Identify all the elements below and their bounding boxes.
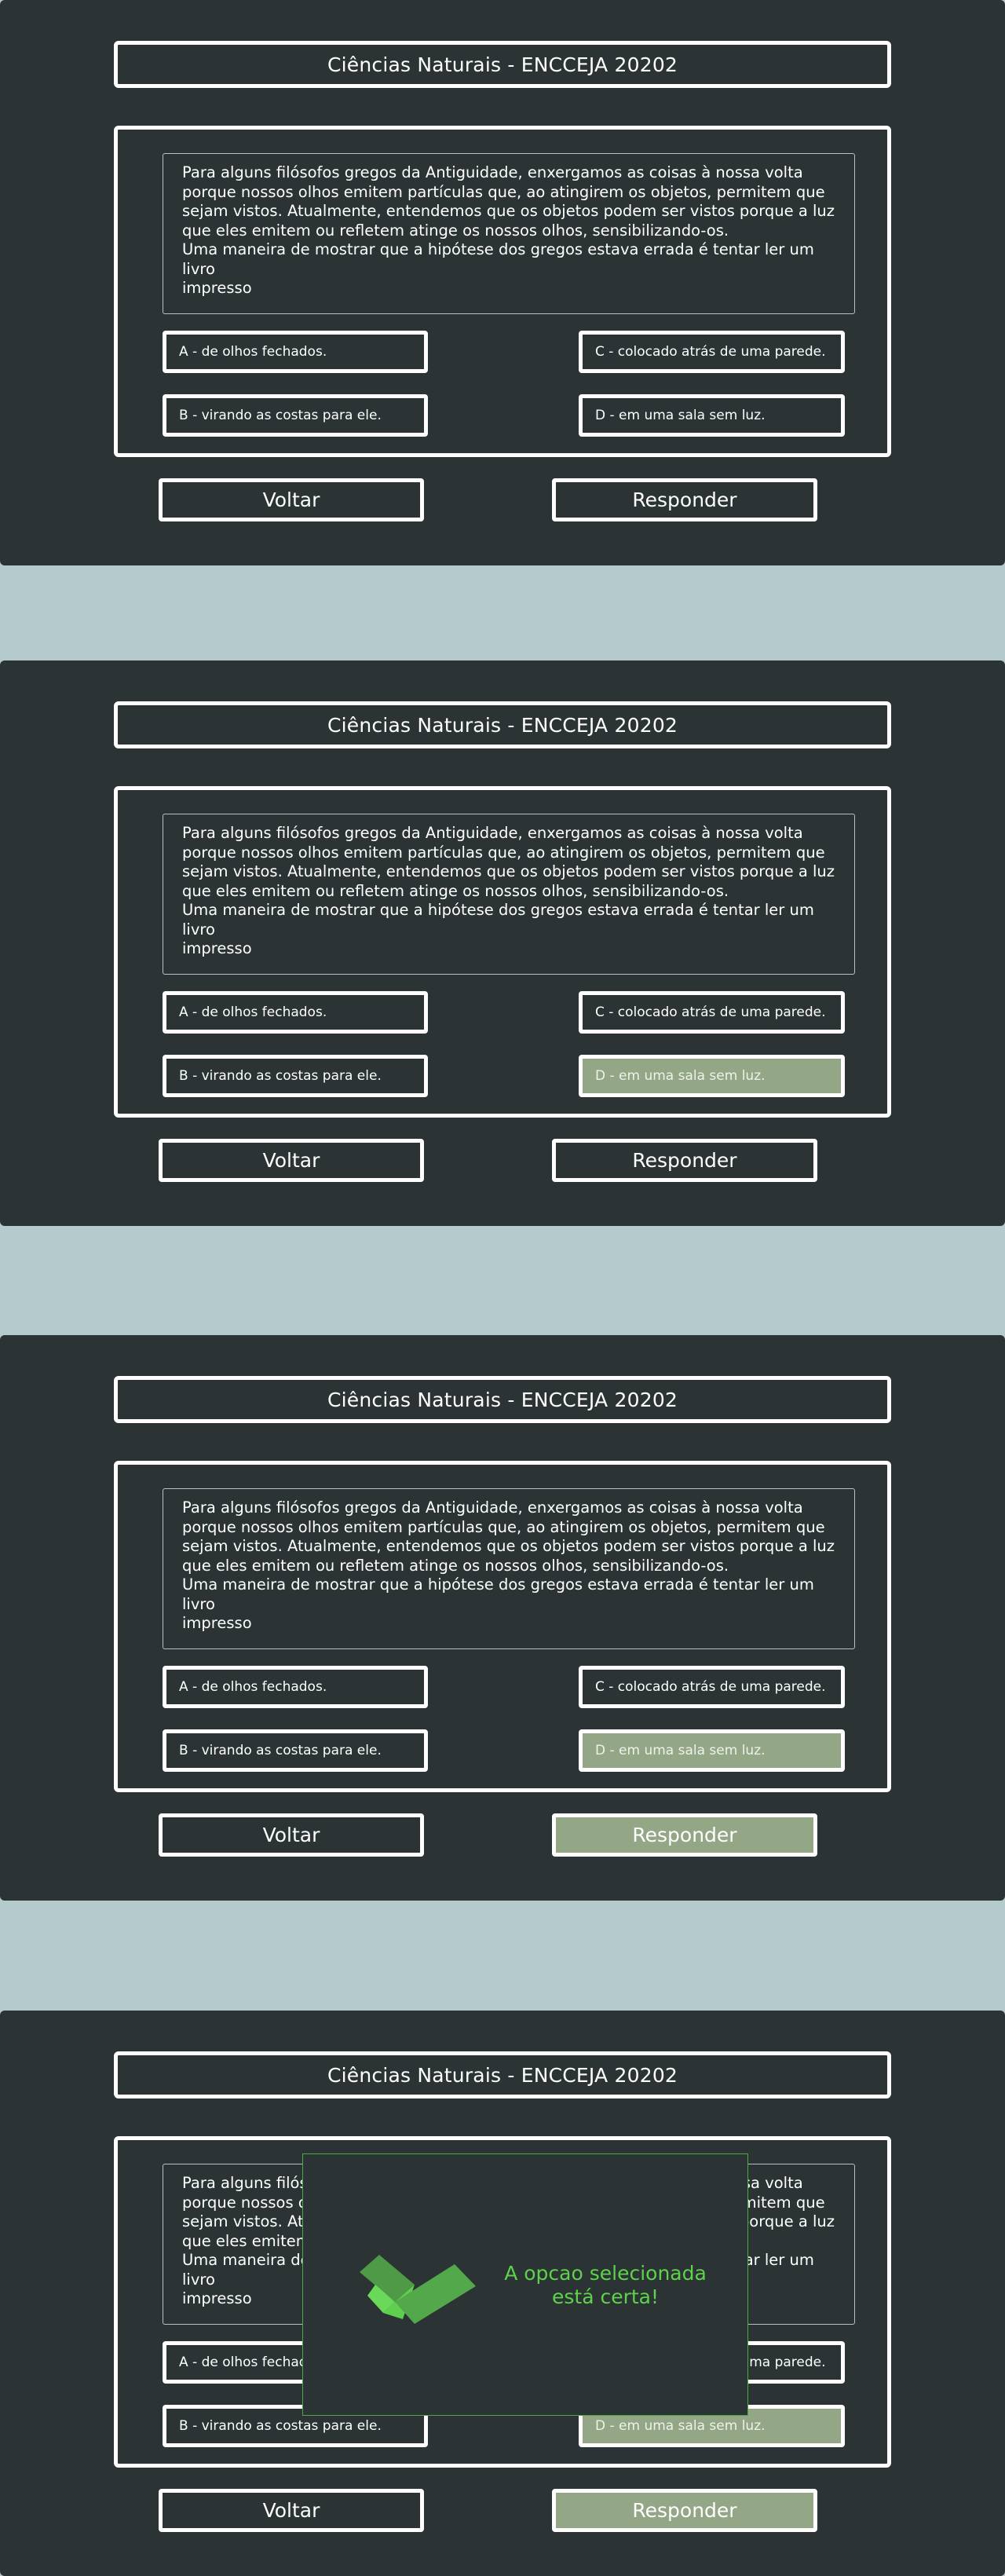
question-text: Para alguns filósofos gregos da Antiguid…	[163, 1488, 855, 1649]
option-b[interactable]: B - virando as costas para ele.	[163, 1729, 428, 1772]
quiz-panel-initial: Ciências Naturais - ENCCEJA 20202 Para a…	[0, 0, 1005, 565]
page-title: Ciências Naturais - ENCCEJA 20202	[114, 701, 891, 748]
quiz-box: Para alguns filósofos gregos da Antiguid…	[114, 1461, 891, 1792]
page-title: Ciências Naturais - ENCCEJA 20202	[114, 41, 891, 88]
checkmark-icon	[360, 2255, 476, 2324]
answer-button[interactable]: Responder	[552, 1139, 817, 1182]
question-text: Para alguns filósofos gregos da Antiguid…	[163, 153, 855, 314]
quiz-panel-result: Ciências Naturais - ENCCEJA 20202 Para a…	[0, 2011, 1005, 2576]
option-a[interactable]: A - de olhos fechados.	[163, 1666, 428, 1708]
option-a[interactable]: A - de olhos fechados.	[163, 331, 428, 373]
result-modal: A opcao selecionada está certa!	[302, 2153, 748, 2416]
quiz-box: Para alguns filósofos gregos da Antiguid…	[114, 126, 891, 457]
answer-button[interactable]: Responder	[552, 1813, 817, 1857]
result-message: A opcao selecionada está certa!	[504, 2262, 707, 2308]
back-button[interactable]: Voltar	[159, 1813, 424, 1857]
question-text: Para alguns filósofos gregos da Antiguid…	[163, 814, 855, 975]
option-c[interactable]: C - colocado atrás de uma parede.	[579, 331, 845, 373]
answer-button[interactable]: Responder	[552, 2489, 817, 2532]
option-c[interactable]: C - colocado atrás de uma parede.	[579, 991, 845, 1034]
quiz-box: Para alguns filósofos gregos da Antiguid…	[114, 786, 891, 1118]
option-a[interactable]: A - de olhos fechados.	[163, 991, 428, 1034]
back-button[interactable]: Voltar	[159, 2489, 424, 2532]
option-b[interactable]: B - virando as costas para ele.	[163, 394, 428, 437]
page-title: Ciências Naturais - ENCCEJA 20202	[114, 2051, 891, 2098]
option-d[interactable]: D - em uma sala sem luz.	[579, 1055, 845, 1097]
option-c[interactable]: C - colocado atrás de uma parede.	[579, 1666, 845, 1708]
quiz-panel-answer-active: Ciências Naturais - ENCCEJA 20202 Para a…	[0, 1335, 1005, 1901]
option-d[interactable]: D - em uma sala sem luz.	[579, 1729, 845, 1772]
option-b[interactable]: B - virando as costas para ele.	[163, 1055, 428, 1097]
back-button[interactable]: Voltar	[159, 478, 424, 521]
answer-button[interactable]: Responder	[552, 478, 817, 521]
page-title: Ciências Naturais - ENCCEJA 20202	[114, 1376, 891, 1423]
option-d[interactable]: D - em uma sala sem luz.	[579, 394, 845, 437]
back-button[interactable]: Voltar	[159, 1139, 424, 1182]
quiz-panel-option-selected: Ciências Naturais - ENCCEJA 20202 Para a…	[0, 660, 1005, 1226]
